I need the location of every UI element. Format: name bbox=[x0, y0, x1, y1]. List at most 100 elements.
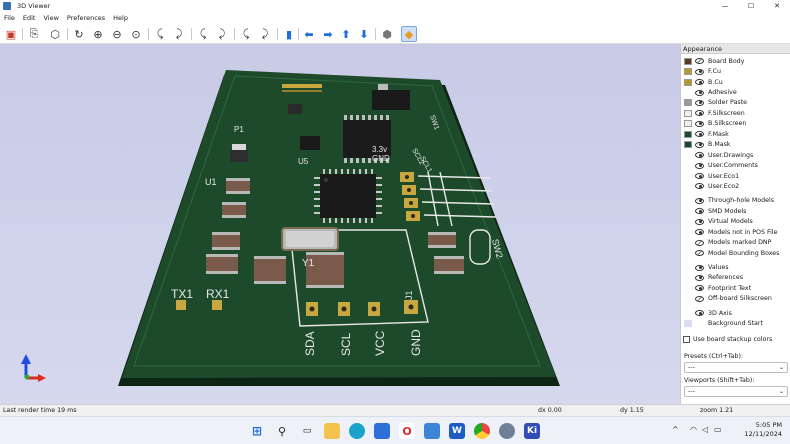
model-row-smd[interactable]: SMD Models bbox=[681, 206, 790, 216]
windows-start-icon[interactable]: ⊞ bbox=[249, 423, 265, 439]
menu-edit[interactable]: Edit bbox=[19, 12, 40, 24]
color-swatch[interactable] bbox=[684, 68, 692, 76]
menu-help[interactable]: Help bbox=[109, 12, 132, 24]
search-icon[interactable]: ⚲ bbox=[274, 423, 290, 439]
model-row-through-hole[interactable]: Through-hole Models bbox=[681, 196, 790, 206]
layer-row-b-mask[interactable]: B.Mask bbox=[681, 140, 790, 150]
axis-row[interactable]: 3D Axis bbox=[681, 308, 790, 318]
layer-row-b-silkscreen[interactable]: B.Silkscreen bbox=[681, 119, 790, 129]
visibility-eye-icon[interactable] bbox=[695, 250, 704, 257]
menu-preferences[interactable]: Preferences bbox=[63, 12, 109, 24]
copy-icon[interactable]: ⎘ bbox=[26, 26, 42, 42]
wifi-icon[interactable]: ◠ bbox=[690, 425, 697, 434]
color-swatch[interactable] bbox=[684, 120, 692, 128]
visibility-eye-icon[interactable] bbox=[695, 183, 704, 190]
visibility-eye-icon[interactable] bbox=[695, 99, 704, 106]
store-icon[interactable] bbox=[374, 423, 390, 439]
stackup-colors-checkbox[interactable]: Use board stackup colors bbox=[683, 336, 772, 343]
color-swatch[interactable] bbox=[684, 78, 692, 86]
layer-row-f-cu[interactable]: F.Cu bbox=[681, 66, 790, 76]
viewports-dropdown[interactable]: --- ⌄ bbox=[684, 386, 788, 397]
color-swatch[interactable] bbox=[684, 320, 692, 328]
color-swatch[interactable] bbox=[684, 130, 692, 138]
rotate-y-cw-icon[interactable]: ⤹ bbox=[195, 26, 211, 42]
text-row-values[interactable]: Values bbox=[681, 262, 790, 272]
text-row-references[interactable]: References bbox=[681, 273, 790, 283]
visibility-eye-icon[interactable] bbox=[695, 162, 704, 169]
model-row-dnp[interactable]: Models marked DNP bbox=[681, 237, 790, 247]
color-swatch[interactable] bbox=[684, 141, 692, 149]
menu-view[interactable]: View bbox=[39, 12, 62, 24]
rotate-x-cw-icon[interactable]: ⤹ bbox=[152, 26, 168, 42]
visibility-eye-icon[interactable] bbox=[695, 239, 704, 246]
visibility-eye-icon[interactable] bbox=[695, 197, 704, 204]
visibility-eye-icon[interactable] bbox=[695, 79, 704, 86]
pan-right-icon[interactable]: ➡ bbox=[320, 26, 336, 42]
minimize-button[interactable]: — bbox=[712, 0, 738, 12]
system-clock[interactable]: 5:05 PM 12/11/2024 bbox=[745, 421, 782, 439]
layer-row-solder-paste[interactable]: Solder Paste bbox=[681, 98, 790, 108]
layer-row-f-mask[interactable]: F.Mask bbox=[681, 129, 790, 139]
refresh-icon[interactable]: ↻ bbox=[71, 26, 87, 42]
visibility-eye-icon[interactable] bbox=[695, 68, 704, 75]
color-swatch[interactable] bbox=[684, 99, 692, 107]
layer-row-user-eco2[interactable]: User.Eco2 bbox=[681, 181, 790, 191]
visibility-eye-icon[interactable] bbox=[695, 295, 704, 302]
visibility-eye-icon[interactable] bbox=[695, 264, 704, 271]
opera-icon[interactable]: O bbox=[399, 423, 415, 439]
visibility-eye-icon[interactable] bbox=[695, 218, 704, 225]
zoom-fit-icon[interactable]: ⊙ bbox=[128, 26, 144, 42]
visibility-eye-icon[interactable] bbox=[695, 173, 704, 180]
orthographic-icon[interactable]: ⬢ bbox=[379, 26, 395, 42]
layers-toggle-icon[interactable]: ◆ bbox=[401, 26, 417, 42]
close-button[interactable]: ✕ bbox=[764, 0, 790, 12]
layer-row-adhesive[interactable]: Adhesive bbox=[681, 87, 790, 97]
menu-file[interactable]: File bbox=[0, 12, 19, 24]
visibility-eye-icon[interactable] bbox=[695, 131, 704, 138]
visibility-eye-icon[interactable] bbox=[695, 152, 704, 159]
reload-icon[interactable]: ⬡ bbox=[47, 26, 63, 42]
layer-row-b-cu[interactable]: B.Cu bbox=[681, 77, 790, 87]
visibility-eye-icon[interactable] bbox=[695, 58, 704, 65]
volume-icon[interactable]: ◁ bbox=[702, 425, 708, 434]
layer-row-user-comments[interactable]: User.Comments bbox=[681, 160, 790, 170]
layer-row-board-body[interactable]: Board Body bbox=[681, 56, 790, 66]
color-swatch[interactable] bbox=[684, 109, 692, 117]
render-icon[interactable]: ▣ bbox=[3, 26, 19, 42]
visibility-eye-icon[interactable] bbox=[695, 110, 704, 117]
rotate-x-ccw-icon[interactable]: ⤸ bbox=[171, 26, 187, 42]
visibility-eye-icon[interactable] bbox=[695, 208, 704, 215]
3d-viewport[interactable]: P1 U1 U5 Y1 TX1 RX1 3.3v GND SCL2 SCL1 S… bbox=[0, 44, 680, 404]
flip-board-icon[interactable]: ▮ bbox=[281, 26, 297, 42]
model-row-bounding-boxes[interactable]: Model Bounding Boxes bbox=[681, 248, 790, 258]
zoom-out-icon[interactable]: ⊖ bbox=[109, 26, 125, 42]
visibility-eye-icon[interactable] bbox=[695, 229, 704, 236]
battery-icon[interactable]: ▭ bbox=[714, 425, 722, 434]
visibility-eye-icon[interactable] bbox=[695, 141, 704, 148]
pan-down-icon[interactable]: ⬇ bbox=[356, 26, 372, 42]
visibility-eye-icon[interactable] bbox=[695, 274, 704, 281]
layer-row-user-eco1[interactable]: User.Eco1 bbox=[681, 171, 790, 181]
file-explorer-icon[interactable] bbox=[324, 423, 340, 439]
model-row-not-in-pos[interactable]: Models not in POS File bbox=[681, 227, 790, 237]
task-view-icon[interactable]: ▭ bbox=[299, 423, 315, 439]
visibility-eye-icon[interactable] bbox=[695, 310, 704, 317]
layer-row-user-drawings[interactable]: User.Drawings bbox=[681, 150, 790, 160]
checkbox[interactable] bbox=[683, 336, 690, 343]
background-start-row[interactable]: Background Start bbox=[681, 319, 790, 329]
notepad-icon[interactable] bbox=[424, 423, 440, 439]
presets-dropdown[interactable]: --- ⌄ bbox=[684, 362, 788, 373]
zoom-in-icon[interactable]: ⊕ bbox=[90, 26, 106, 42]
settings-icon[interactable] bbox=[499, 423, 515, 439]
visibility-eye-icon[interactable] bbox=[695, 89, 704, 96]
text-row-off-board-silk[interactable]: Off-board Silkscreen bbox=[681, 294, 790, 304]
text-row-footprint-text[interactable]: Footprint Text bbox=[681, 283, 790, 293]
kicad-icon[interactable]: Ki bbox=[524, 423, 540, 439]
pan-left-icon[interactable]: ⬅ bbox=[301, 26, 317, 42]
edge-browser-icon[interactable] bbox=[349, 423, 365, 439]
layer-row-f-silkscreen[interactable]: F.Silkscreen bbox=[681, 108, 790, 118]
color-swatch[interactable] bbox=[684, 57, 692, 65]
model-row-virtual[interactable]: Virtual Models bbox=[681, 217, 790, 227]
pan-up-icon[interactable]: ⬆ bbox=[338, 26, 354, 42]
visibility-eye-icon[interactable] bbox=[695, 285, 704, 292]
